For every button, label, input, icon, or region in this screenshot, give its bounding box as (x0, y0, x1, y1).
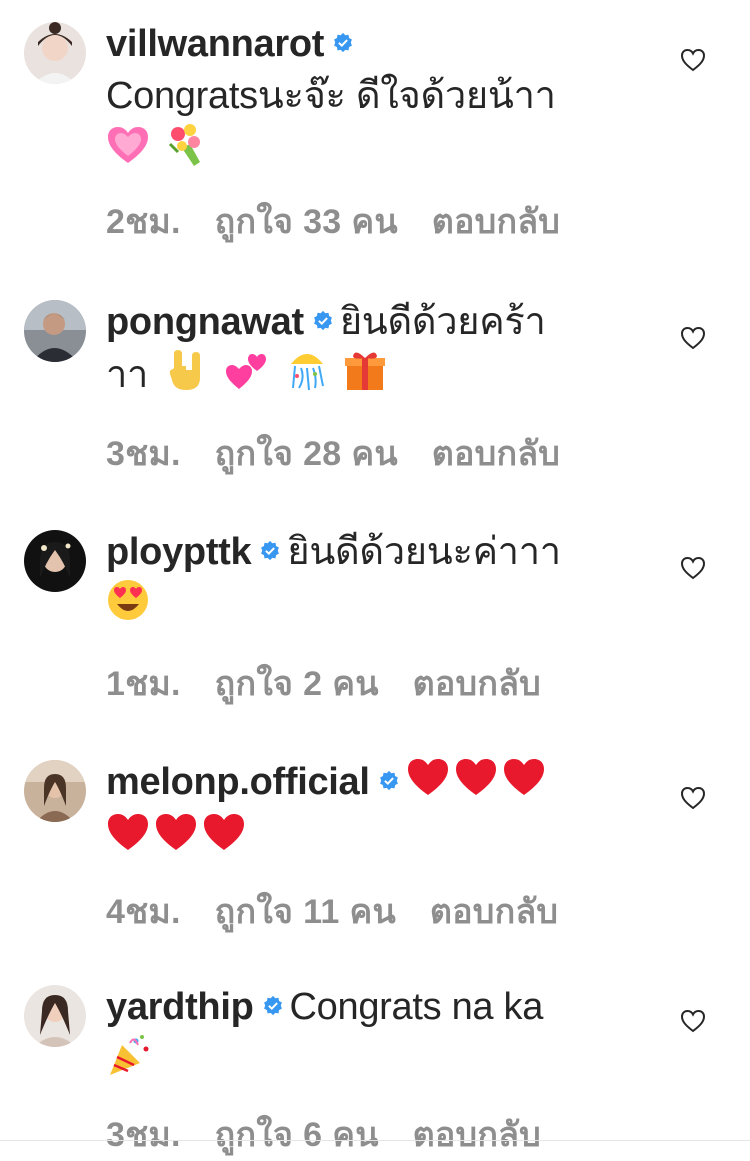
comment-text: ยินดีด้วยนะค่าาา (287, 531, 561, 573)
comment-meta: 4ชม. ถูกใจ 11 คน ตอบกลับ (106, 884, 706, 938)
likes-count[interactable]: ถูกใจ 6 คน (215, 1116, 379, 1154)
verified-badge-icon (379, 770, 398, 791)
username[interactable]: yardthip (106, 986, 254, 1028)
likes-count[interactable]: ถูกใจ 28 คน (215, 435, 398, 473)
reply-button[interactable]: ตอบกลับ (413, 1116, 541, 1154)
comment-body: villwannarot Congratsนะจ๊ะ ดีใจด้วยน้าา (106, 18, 676, 182)
avatar[interactable] (24, 760, 86, 822)
comment-text: ยินดีด้วยคร้า (339, 301, 546, 343)
comment-meta: 3ชม. ถูกใจ 28 คน ตอบกลับ (106, 426, 706, 480)
comment-time: 3ชม. (106, 1116, 181, 1154)
username[interactable]: melonp.official (106, 761, 370, 803)
pink-heart-icon (106, 125, 150, 179)
red-heart-icon (502, 757, 546, 811)
red-heart-icon (202, 812, 246, 866)
comment-meta: 2ชม. ถูกใจ 33 คน ตอบกลับ (106, 194, 706, 248)
comment-text: Congrats na ka (289, 986, 544, 1028)
comment-time: 4ชม. (106, 893, 181, 931)
avatar[interactable] (24, 530, 86, 592)
comment-time: 2ชม. (106, 203, 181, 241)
username[interactable]: pongnawat (106, 301, 304, 343)
heart-icon[interactable] (680, 48, 706, 72)
avatar[interactable] (24, 985, 86, 1047)
comment-meta: 1ชม. ถูกใจ 2 คน ตอบกลับ (106, 656, 706, 710)
heart-icon[interactable] (680, 326, 706, 350)
comment-text: Congratsนะจ๊ะ ดีใจด้วยน้าา (106, 75, 556, 117)
red-heart-icon (454, 757, 498, 811)
likes-count[interactable]: ถูกใจ 2 คน (215, 665, 379, 703)
avatar[interactable] (24, 300, 86, 362)
username[interactable]: villwannarot (106, 23, 324, 65)
comment-body: ploypttk ยินดีด้วยนะค่าาา (106, 526, 676, 636)
comment-time: 3ชม. (106, 435, 181, 473)
red-heart-icon (154, 812, 198, 866)
divider (0, 1140, 750, 1141)
heart-icon[interactable] (680, 786, 706, 810)
verified-badge-icon (334, 32, 353, 53)
comment-body: melonp.official (106, 756, 676, 866)
verified-badge-icon (261, 540, 280, 561)
verified-badge-icon (263, 995, 282, 1016)
reply-button[interactable]: ตอบกลับ (413, 665, 541, 703)
verified-badge-icon (313, 310, 332, 331)
heart-icon[interactable] (680, 556, 706, 580)
reply-button[interactable]: ตอบกลับ (432, 435, 560, 473)
comment-meta: 3ชม. ถูกใจ 6 คน ตอบกลับ (106, 1107, 706, 1161)
comment-text-continued: าา (106, 354, 149, 397)
comment-body: pongnawat ยินดีด้วยคร้า าา (106, 296, 676, 406)
heart-eyes-icon (106, 578, 150, 636)
reply-button[interactable]: ตอบกลับ (432, 203, 560, 241)
likes-count[interactable]: ถูกใจ 33 คน (215, 203, 398, 241)
heart-icon[interactable] (680, 1009, 706, 1033)
username[interactable]: ploypttk (106, 531, 252, 573)
comment-body: yardthip Congrats na ka (106, 981, 676, 1093)
comment-time: 1ชม. (106, 665, 181, 703)
red-heart-icon (106, 812, 150, 866)
likes-count[interactable]: ถูกใจ 11 คน (215, 893, 396, 931)
reply-button[interactable]: ตอบกลับ (430, 893, 558, 931)
red-heart-icon (406, 757, 450, 811)
confetti-ball-icon (285, 348, 329, 406)
rock-hand-icon (166, 348, 210, 406)
gift-icon (343, 348, 387, 406)
avatar[interactable] (24, 22, 86, 84)
party-popper-icon (106, 1033, 152, 1093)
two-hearts-icon (225, 349, 271, 405)
bouquet-icon (164, 122, 210, 182)
